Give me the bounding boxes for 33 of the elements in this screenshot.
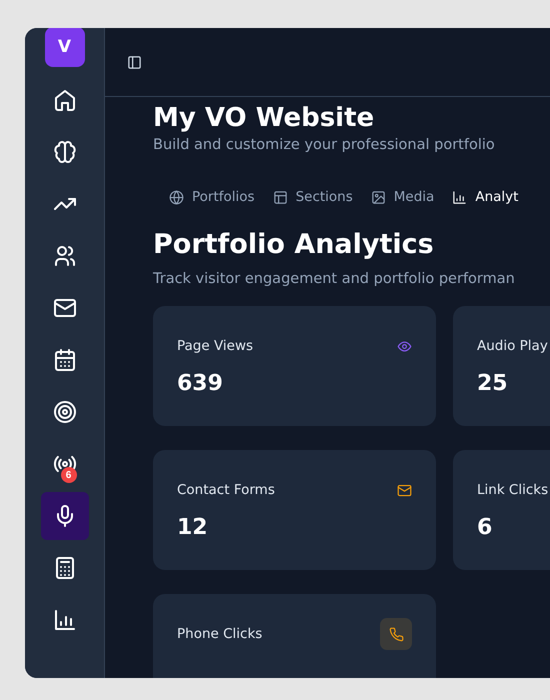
nav-item[interactable]: 6 <box>40 440 88 488</box>
tab[interactable]: Analyt <box>452 189 518 205</box>
logo[interactable]: V <box>44 28 84 67</box>
brain-icon <box>52 140 76 164</box>
stat-label: Page Views <box>177 338 254 354</box>
mail-icon <box>52 296 76 320</box>
stat-value: 639 <box>177 371 224 396</box>
globe-icon <box>169 190 184 204</box>
sidebar-toggle-icon[interactable] <box>127 54 142 70</box>
bar-chart-icon <box>52 608 76 632</box>
stat-value: 6 <box>477 515 494 540</box>
stat-label: Audio Play <box>477 338 548 354</box>
stat-value: 12 <box>177 515 209 540</box>
target-icon <box>52 400 76 424</box>
tab[interactable]: Portfolios <box>169 189 255 205</box>
stat-label: Phone Clicks <box>177 626 262 642</box>
calendar-icon <box>52 348 76 372</box>
section-subtitle: Track visitor engagement and portfolio performan <box>153 270 516 289</box>
tab[interactable]: Sections <box>272 189 353 205</box>
tab[interactable]: Media <box>370 189 434 205</box>
nav-item[interactable] <box>40 492 88 540</box>
section-title: Portfolio Analytics <box>153 228 435 262</box>
layout-icon <box>272 190 288 204</box>
stat-label: Link Clicks <box>477 482 548 498</box>
users-icon <box>52 244 76 268</box>
home-icon <box>52 88 76 112</box>
page-title: My VO Website <box>153 102 376 135</box>
bar-chart-icon <box>452 190 468 204</box>
stat-value: 25 <box>477 371 509 396</box>
image-icon <box>370 190 386 204</box>
stat-label: Contact Forms <box>177 482 275 498</box>
notification-badge: 6 <box>60 467 76 483</box>
page-subtitle: Build and customize your professional portfolio <box>153 136 496 155</box>
